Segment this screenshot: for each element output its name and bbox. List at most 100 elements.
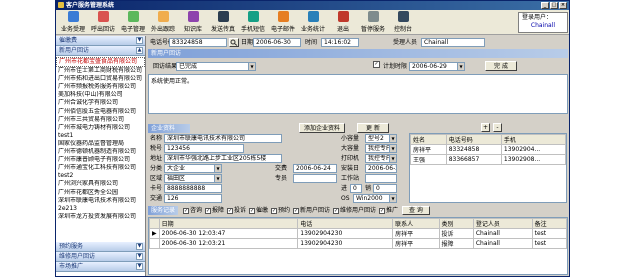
filter-checkbox-6[interactable]: ✓ 维修用户回访 bbox=[333, 207, 376, 214]
chevron-down-icon[interactable]: ▼ bbox=[136, 243, 143, 250]
toolbar-button-2[interactable]: 电子管理 bbox=[118, 10, 148, 34]
memo-textarea[interactable]: 系统使用正常。 bbox=[148, 74, 568, 114]
customer-list-item[interactable]: 广州市花都区秀全公园 bbox=[56, 189, 145, 197]
nav-header-payment[interactable]: 催缴费 ▼ bbox=[56, 36, 145, 46]
title-bar[interactable]: 客户服务管理系统 _ □ × bbox=[56, 1, 569, 10]
toolbar-button-6[interactable]: 手机短信 bbox=[238, 10, 268, 34]
filter-checkbox-0[interactable]: ✓ 咨询 bbox=[182, 207, 202, 214]
finish-button[interactable]: 完 成 bbox=[485, 61, 517, 71]
minimize-button[interactable]: _ bbox=[541, 2, 549, 9]
search-button[interactable] bbox=[229, 38, 239, 47]
chevron-up-icon[interactable]: ▲ bbox=[136, 47, 143, 54]
customer-list-item[interactable]: 广州市佳士第工商财税有限公司 bbox=[56, 67, 145, 75]
close-button[interactable]: × bbox=[559, 2, 567, 9]
contacts-column-header[interactable]: 手机 bbox=[500, 134, 566, 145]
dropdown-arrow-icon[interactable]: ▼ bbox=[214, 175, 221, 182]
nav-header-new-visit[interactable]: 新用户回访 ▲ bbox=[56, 46, 145, 56]
history-column-header[interactable]: 类别 bbox=[438, 218, 474, 229]
area-select[interactable]: 福田区 ▼ bbox=[164, 174, 222, 183]
category-select[interactable]: 大企业 ▼ bbox=[164, 164, 222, 173]
dropdown-arrow-icon[interactable]: ▼ bbox=[389, 135, 396, 142]
toolbar-button-10[interactable]: 暂停服务 bbox=[358, 10, 388, 34]
customer-list-item[interactable]: 广州市康普顾电子有限公司 bbox=[56, 156, 145, 164]
customer-list-item[interactable]: 美加科技(中山)有限公司 bbox=[56, 91, 145, 99]
printer-select[interactable]: 我控专F ▼ bbox=[365, 154, 397, 163]
checkbox-icon[interactable]: ✓ bbox=[379, 207, 386, 214]
contacts-row[interactable]: 王强 83366857 13902908... bbox=[410, 154, 566, 165]
customer-list-item[interactable]: 广州浏兴家具有限公司 bbox=[56, 180, 145, 188]
contacts-column-header[interactable]: 电话号码 bbox=[445, 134, 502, 145]
history-column-header[interactable]: 电话 bbox=[297, 218, 394, 229]
filter-checkbox-5[interactable]: ✓ 新用户回访 bbox=[293, 207, 330, 214]
date-input[interactable]: 2006-06-30 bbox=[253, 38, 301, 47]
result-select[interactable]: 已完成 ▼ bbox=[176, 62, 256, 71]
transit-input[interactable]: 126 bbox=[164, 194, 222, 203]
in-input[interactable]: 0 bbox=[350, 184, 362, 193]
contacts-row[interactable]: 房祥平 83324858 13902904... bbox=[410, 144, 566, 155]
checkbox-icon[interactable]: ✓ bbox=[226, 207, 233, 214]
dropdown-arrow-icon[interactable]: ▼ bbox=[457, 63, 464, 70]
customer-list-item[interactable]: test2 bbox=[56, 172, 145, 180]
customer-list-item[interactable]: 广州佰信股五金电器有限公司 bbox=[56, 108, 145, 116]
toolbar-button-4[interactable]: 知识库 bbox=[178, 10, 208, 34]
name-input[interactable]: 深圳市联康电讯技术有限公司 bbox=[164, 134, 282, 143]
toolbar-button-0[interactable]: 业务受理 bbox=[58, 10, 88, 34]
toolbar-button-7[interactable]: 电子邮件 bbox=[268, 10, 298, 34]
maximize-button[interactable]: □ bbox=[550, 2, 558, 9]
out-input[interactable]: 0 bbox=[373, 184, 397, 193]
card-input[interactable]: 8888888888 bbox=[164, 184, 222, 193]
tax-input[interactable]: 123456 bbox=[164, 144, 244, 153]
history-row[interactable]: ▶ 2006-06-30 12:03:47 13902904230 房祥平 投诉 Chai… bbox=[149, 228, 567, 239]
history-column-header[interactable]: 登记人员 bbox=[472, 218, 533, 229]
plan-date-input[interactable]: 2006-06-29 ▼ bbox=[409, 62, 465, 71]
dropdown-arrow-icon[interactable]: ▼ bbox=[389, 155, 396, 162]
customer-list-item[interactable]: 广州市拓和进出口贸易有限公司 bbox=[56, 75, 145, 83]
time-input[interactable]: 14:16:02 bbox=[321, 38, 359, 47]
filter-checkbox-2[interactable]: ✓ 投诉 bbox=[226, 207, 246, 214]
customer-list-item[interactable]: 广州市三共贸易有限公司 bbox=[56, 116, 145, 124]
history-column-header[interactable]: 备注 bbox=[531, 218, 567, 229]
chevron-down-icon[interactable]: ▼ bbox=[136, 253, 143, 260]
customer-list-item[interactable]: 广州市频报税务服务有限公司 bbox=[56, 83, 145, 91]
nav-header-2[interactable]: 市场推广 ▼ bbox=[56, 262, 145, 272]
toolbar-button-11[interactable]: 控制台 bbox=[388, 10, 418, 34]
add-contact-button[interactable]: + bbox=[481, 123, 490, 132]
filter-checkbox-3[interactable]: ✓ 催缴 bbox=[248, 207, 268, 214]
add-enterprise-button[interactable]: 添加企业资料 bbox=[299, 123, 345, 133]
toolbar-button-8[interactable]: 业务统计 bbox=[298, 10, 328, 34]
customer-list-item[interactable]: 广州市通宝化工科技有限公司 bbox=[56, 164, 145, 172]
customer-list-item[interactable]: test1 bbox=[56, 132, 145, 140]
customer-list-item[interactable]: 2e213 bbox=[56, 205, 145, 213]
customer-list-item[interactable]: 广州市城电力铸材有限公司 bbox=[56, 124, 145, 132]
chevron-down-icon[interactable]: ▼ bbox=[136, 263, 143, 270]
toolbar-button-5[interactable]: 发送传真 bbox=[208, 10, 238, 34]
checkbox-icon[interactable]: ✓ bbox=[293, 207, 300, 214]
big-capacity-select[interactable]: 我控专F ▼ bbox=[365, 144, 397, 153]
dropdown-arrow-icon[interactable]: ▼ bbox=[389, 145, 396, 152]
os-select[interactable]: Win2000 ▼ bbox=[353, 194, 397, 203]
history-column-header[interactable]: 日期 bbox=[158, 218, 299, 229]
customer-list-item[interactable]: 深圳市联康电讯技术有限公司 bbox=[56, 197, 145, 205]
checkbox-icon[interactable]: ✓ bbox=[271, 207, 277, 214]
history-column-header[interactable]: 联系人 bbox=[392, 218, 440, 229]
workstation-input[interactable] bbox=[365, 174, 397, 183]
customer-list-item[interactable]: 深圳市龙方投资发展有限公司 bbox=[56, 213, 145, 221]
handler-input[interactable]: Chainall bbox=[421, 38, 485, 47]
small-capacity-select[interactable]: 型号2 ▼ bbox=[365, 134, 397, 143]
query-button[interactable]: 查 询 bbox=[401, 206, 430, 215]
filter-checkbox-1[interactable]: ✓ 报障 bbox=[204, 207, 224, 214]
customer-list-item[interactable]: 广州市花都宝盛食品有限公司 bbox=[56, 57, 145, 68]
phone-input[interactable]: 83324858 bbox=[169, 38, 227, 47]
contacts-column-header[interactable]: 姓名 bbox=[410, 134, 447, 145]
remove-contact-button[interactable]: - bbox=[493, 123, 502, 132]
checkbox-icon[interactable]: ✓ bbox=[248, 207, 255, 214]
dropdown-arrow-icon[interactable]: ▼ bbox=[214, 165, 221, 172]
toolbar-button-9[interactable]: 退出 bbox=[328, 10, 358, 34]
nav-header-1[interactable]: 维修用户回访 ▼ bbox=[56, 252, 145, 262]
fee-date-input[interactable]: 2006-06-24 bbox=[293, 164, 337, 173]
filter-checkbox-4[interactable]: ✓ 预约 bbox=[271, 207, 290, 214]
checkbox-icon[interactable]: ✓ bbox=[182, 207, 189, 214]
dropdown-arrow-icon[interactable]: ▼ bbox=[389, 195, 396, 202]
toolbar-button-3[interactable]: 外出跟踪 bbox=[148, 10, 178, 34]
checkbox-icon[interactable]: ✓ bbox=[333, 207, 340, 214]
